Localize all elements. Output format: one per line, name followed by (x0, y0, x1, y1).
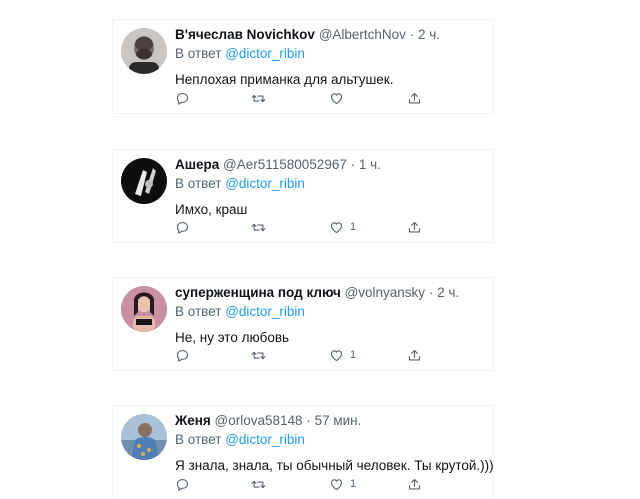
share-icon (408, 221, 421, 232)
like-button[interactable] (329, 89, 350, 107)
like-button[interactable]: 1 (329, 475, 356, 493)
reply-button[interactable] (175, 89, 190, 107)
avatar[interactable] (121, 28, 167, 74)
like-icon (330, 221, 343, 233)
reply-prefix: В ответ (175, 304, 222, 319)
like-icon (330, 478, 343, 490)
reply-context: В ответ @dictor_ribin (175, 303, 487, 321)
share-button[interactable] (407, 346, 422, 364)
like-icon (330, 92, 343, 104)
reply-button[interactable] (175, 218, 190, 236)
reply-prefix: В ответ (175, 176, 222, 191)
action-bar (175, 89, 475, 107)
action-bar: 1 (175, 218, 475, 236)
share-icon (408, 349, 421, 360)
tweet-header: суперженщина под ключ @volnyansky · 2 ч. (175, 284, 487, 301)
action-bar: 1 (175, 475, 475, 493)
retweet-icon (251, 480, 266, 488)
reply-prefix: В ответ (175, 46, 222, 61)
user-handle[interactable]: @orlova58148 (215, 413, 303, 428)
separator-dot: · (306, 413, 311, 428)
retweet-icon (251, 94, 266, 102)
reply-icon (176, 92, 189, 105)
timestamp[interactable]: 2 ч. (437, 285, 459, 300)
reply-context: В ответ @dictor_ribin (175, 431, 487, 449)
tweet-header: В'ячеслав Novichkov @AlbertchNov · 2 ч. (175, 26, 487, 43)
user-handle[interactable]: @volnyansky (345, 285, 426, 300)
reply-icon (176, 221, 189, 234)
share-button[interactable] (407, 89, 422, 107)
retweet-button[interactable] (251, 346, 266, 364)
tweet-4[interactable]: Женя @orlova58148 · 57 мин. В ответ @dic… (113, 406, 494, 499)
separator-dot: · (409, 27, 415, 42)
like-count: 1 (350, 221, 357, 233)
reply-icon (176, 349, 189, 362)
reply-handle-link[interactable]: @dictor_ribin (225, 304, 305, 319)
display-name[interactable]: В'ячеслав Novichkov (175, 27, 315, 42)
user-handle[interactable]: @Aer511580052967 (223, 157, 347, 172)
reply-icon (176, 478, 189, 491)
separator-dot: · (428, 285, 434, 300)
retweet-icon (251, 223, 266, 231)
like-count: 1 (350, 478, 357, 490)
like-button[interactable]: 1 (329, 346, 356, 364)
tweet-header: Женя @orlova58148 · 57 мин. (175, 412, 487, 429)
display-name[interactable]: Женя (175, 413, 211, 428)
tweet-header: Ашера @Aer511580052967 · 1 ч. (175, 156, 487, 173)
reply-handle-link[interactable]: @dictor_ribin (225, 432, 305, 447)
action-bar: 1 (175, 346, 475, 364)
reply-handle-link[interactable]: @dictor_ribin (225, 176, 305, 191)
retweet-button[interactable] (251, 89, 266, 107)
reply-button[interactable] (175, 346, 190, 364)
tweet-3[interactable]: суперженщина под ключ @volnyansky · 2 ч.… (113, 278, 493, 370)
share-button[interactable] (407, 475, 422, 493)
like-count: 1 (350, 349, 357, 361)
avatar[interactable] (121, 158, 167, 204)
tweet-1[interactable]: В'ячеслав Novichkov @AlbertchNov · 2 ч. … (113, 20, 493, 113)
tweet-text: Не, ну это любовь (175, 330, 290, 345)
separator-dot: · (350, 157, 356, 172)
display-name[interactable]: суперженщина под ключ (175, 285, 341, 300)
tweet-text: Я знала, знала, ты обычный человек. Ты к… (175, 458, 494, 473)
retweet-button[interactable] (251, 218, 266, 236)
tweet-2[interactable]: Ашера @Aer511580052967 · 1 ч. В ответ @d… (113, 150, 493, 242)
display-name[interactable]: Ашера (175, 157, 219, 172)
user-handle[interactable]: @AlbertchNov (319, 27, 406, 42)
timestamp[interactable]: 1 ч. (359, 157, 381, 172)
reply-prefix: В ответ (175, 432, 222, 447)
tweet-text: Имхо, краш (175, 202, 248, 217)
avatar[interactable] (121, 286, 167, 332)
avatar[interactable] (121, 414, 167, 460)
reply-button[interactable] (175, 475, 190, 493)
tweet-text: Неплохая приманка для альтушек. (175, 72, 394, 87)
retweet-button[interactable] (251, 475, 266, 493)
reply-handle-link[interactable]: @dictor_ribin (225, 46, 305, 61)
reply-context: В ответ @dictor_ribin (175, 175, 487, 193)
like-button[interactable]: 1 (329, 218, 356, 236)
share-icon (408, 478, 421, 489)
like-icon (330, 349, 343, 361)
share-button[interactable] (407, 218, 422, 236)
reply-context: В ответ @dictor_ribin (175, 45, 487, 63)
timestamp[interactable]: 2 ч. (418, 27, 440, 42)
retweet-icon (251, 351, 266, 359)
share-icon (408, 92, 421, 103)
timestamp[interactable]: 57 мин. (315, 413, 362, 428)
